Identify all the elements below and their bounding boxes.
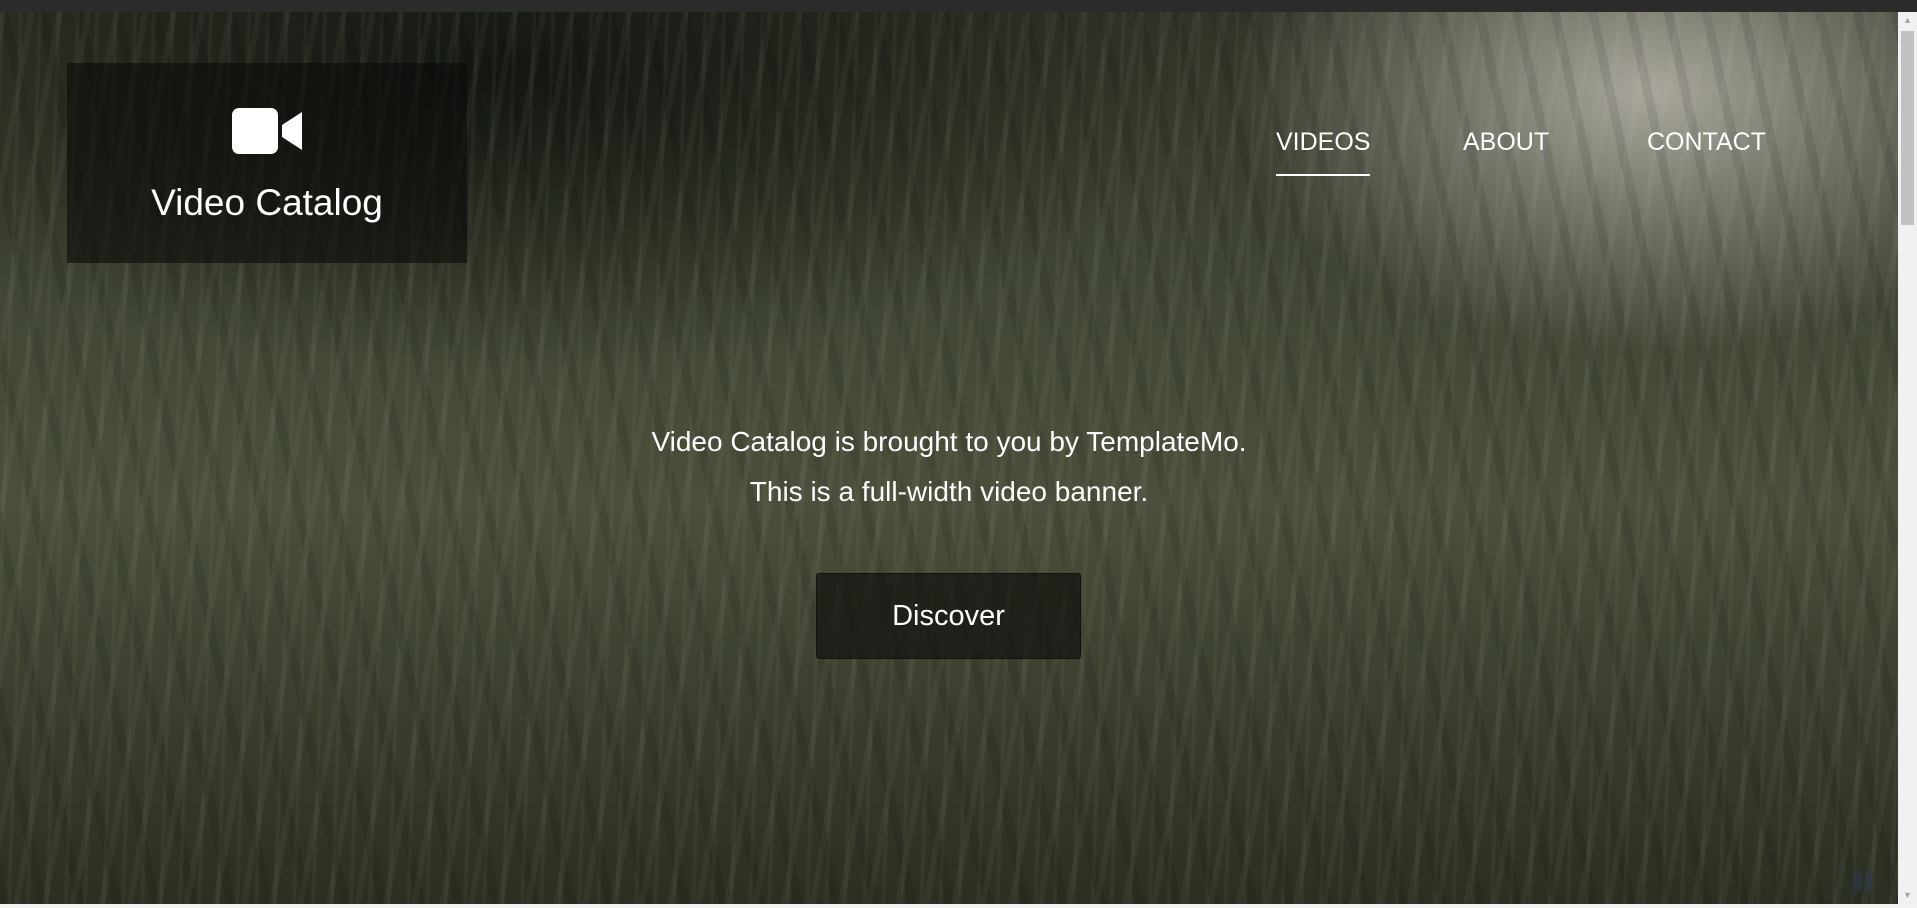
video-camera-icon [232,108,302,154]
brand-title: Video Catalog [151,182,383,223]
browser-top-bar [0,0,1917,12]
scroll-down-arrow-icon[interactable]: ▼ [1898,887,1917,904]
bottom-edge [0,904,1917,908]
discover-button[interactable]: Discover [816,573,1081,659]
video-banner: Video Catalog VIDEOS ABOUT CONTACT Video… [0,12,1898,904]
nav-videos[interactable]: VIDEOS [1276,125,1371,176]
brand-box[interactable]: Video Catalog [67,63,467,263]
hero-text: Video Catalog is brought to you by Templ… [0,417,1898,517]
scroll-up-arrow-icon[interactable]: ▲ [1898,12,1917,29]
scroll-thumb[interactable] [1901,31,1914,225]
hero-line-2: This is a full-width video banner. [749,476,1149,507]
nav-contact[interactable]: CONTACT [1647,125,1766,159]
pause-bar-right [1865,872,1872,892]
hero-line-1: Video Catalog is brought to you by Templ… [651,426,1247,457]
pause-icon[interactable] [1852,872,1874,892]
nav-about[interactable]: ABOUT [1463,125,1549,159]
vertical-scrollbar[interactable]: ▲ ▼ [1898,12,1917,904]
pause-bar-left [1854,872,1861,892]
